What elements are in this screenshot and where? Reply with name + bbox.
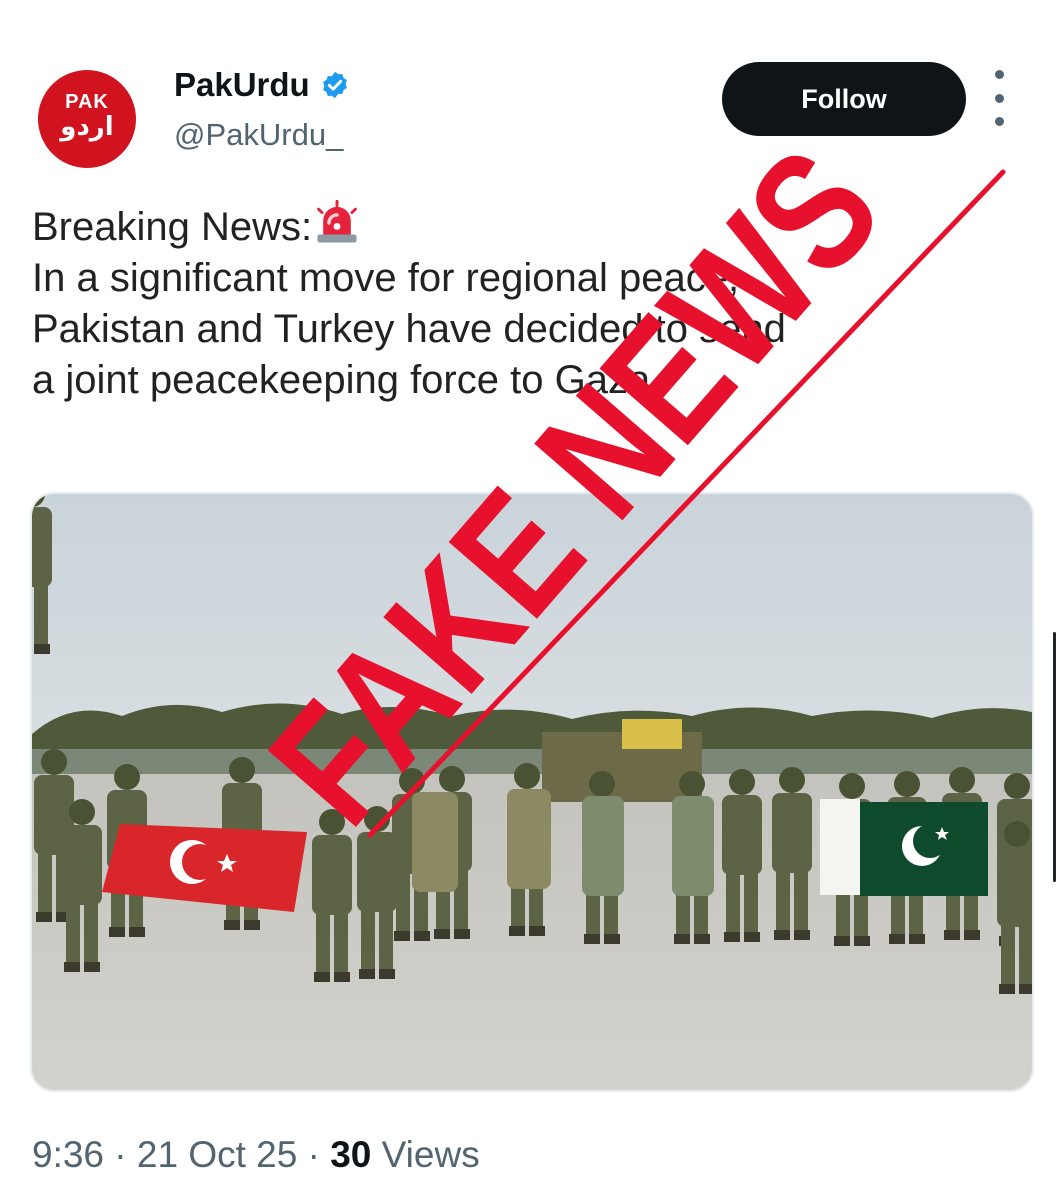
avatar[interactable]: PAK اردو (38, 70, 136, 168)
tweet-card: PAK اردو PakUrdu @PakUrdu_ Follow Breaki… (10, 14, 1048, 1186)
tweet-meta: 9:36 · 21 Oct 25 · 30 Views (32, 1134, 480, 1176)
tweet-line: In a significant move for regional peace… (32, 256, 740, 300)
tweet-line: a joint peacekeeping force to Gaza. (32, 358, 662, 402)
follow-button[interactable]: Follow (722, 62, 966, 136)
avatar-urdu-text: اردو (60, 111, 114, 142)
views-label: Views (381, 1134, 480, 1175)
scrollbar[interactable] (1053, 632, 1056, 882)
tweet-time[interactable]: 9:36 (32, 1134, 104, 1175)
meta-separator: · (307, 1134, 320, 1175)
meta-separator: · (114, 1134, 127, 1175)
views-count: 30 (330, 1134, 372, 1175)
author-handle[interactable]: @PakUrdu_ (174, 117, 343, 153)
tweet-line: Breaking News: (32, 200, 1022, 253)
tweet-line: Pakistan and Turkey have decided to send (32, 307, 786, 351)
rotating-light-icon (317, 200, 357, 243)
tweet-text: Breaking News: In a significant move for… (32, 200, 1022, 406)
author-name[interactable]: PakUrdu (174, 66, 310, 104)
author-name-row: PakUrdu (174, 66, 350, 104)
more-vertical-icon[interactable] (995, 70, 1005, 126)
photo-soldiers-flags (32, 494, 1032, 1090)
tweet-photo[interactable] (30, 492, 1034, 1092)
tweet-date[interactable]: 21 Oct 25 (137, 1134, 297, 1175)
tweet-line-text: Breaking News: (32, 205, 313, 249)
avatar-brand-text: PAK (65, 90, 109, 113)
verified-badge-icon (322, 71, 347, 99)
